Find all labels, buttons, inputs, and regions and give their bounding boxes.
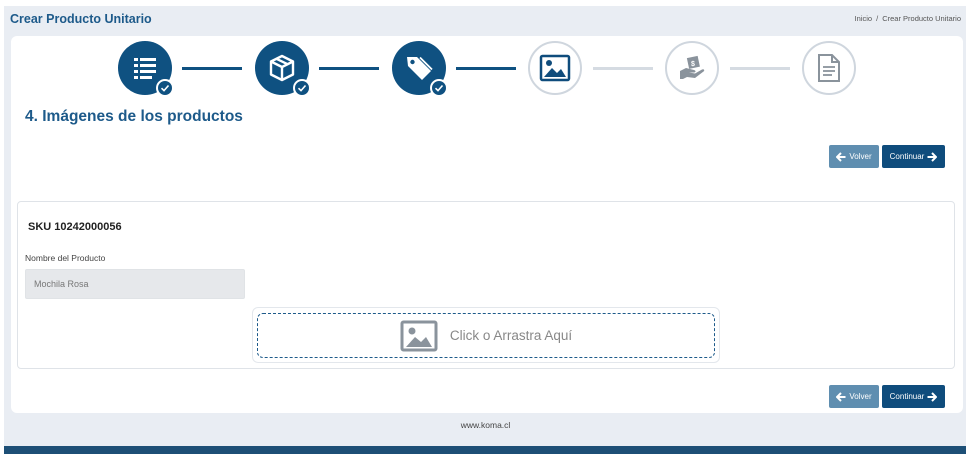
breadcrumb-separator: / bbox=[876, 14, 879, 23]
step-4-images[interactable] bbox=[528, 41, 582, 95]
check-icon bbox=[430, 79, 448, 97]
breadcrumb-home[interactable]: Inicio bbox=[855, 14, 873, 23]
list-icon bbox=[134, 58, 156, 79]
breadcrumb-current: Crear Producto Unitario bbox=[882, 14, 961, 23]
step-3-tag[interactable] bbox=[392, 41, 448, 97]
money-hand-icon: $ bbox=[680, 55, 705, 79]
arrow-right-icon bbox=[927, 391, 938, 402]
step-5-pricing[interactable]: $ bbox=[665, 41, 719, 95]
continue-button-top[interactable]: Continuar bbox=[882, 145, 945, 168]
svg-text:$: $ bbox=[691, 61, 695, 68]
image-placeholder-icon bbox=[400, 320, 438, 351]
back-button-bottom[interactable]: Volver bbox=[829, 385, 879, 408]
image-icon bbox=[539, 54, 571, 82]
page-title: Crear Producto Unitario bbox=[10, 12, 152, 26]
stepper-connector bbox=[730, 67, 790, 70]
step-1-list[interactable] bbox=[118, 41, 174, 97]
footer-link[interactable]: www.koma.cl bbox=[0, 420, 971, 430]
back-button-top[interactable]: Volver bbox=[829, 145, 879, 168]
document-icon bbox=[818, 54, 840, 82]
stepper-connector bbox=[319, 67, 379, 70]
arrow-right-icon bbox=[927, 151, 938, 162]
continue-button-label: Continuar bbox=[889, 152, 925, 161]
continue-button-label: Continuar bbox=[889, 392, 925, 401]
upload-dropzone[interactable]: Click o Arrastra Aquí bbox=[257, 313, 715, 358]
arrow-left-icon bbox=[836, 151, 846, 162]
arrow-left-icon bbox=[836, 391, 846, 402]
product-name-input[interactable] bbox=[25, 269, 245, 299]
product-name-label: Nombre del Producto bbox=[25, 253, 106, 263]
bottom-bar bbox=[4, 446, 966, 454]
breadcrumb: Inicio / Crear Producto Unitario bbox=[855, 14, 961, 23]
box-icon bbox=[269, 54, 295, 82]
upload-text: Click o Arrastra Aquí bbox=[449, 328, 573, 343]
sku-label: SKU 10242000056 bbox=[28, 221, 122, 233]
check-icon bbox=[156, 79, 174, 97]
back-button-label: Volver bbox=[849, 152, 872, 161]
back-button-label: Volver bbox=[849, 392, 872, 401]
step-2-box[interactable] bbox=[255, 41, 311, 97]
stepper-connector bbox=[182, 67, 242, 70]
continue-button-bottom[interactable]: Continuar bbox=[882, 385, 945, 408]
stepper-connector bbox=[456, 67, 516, 70]
stepper-connector bbox=[593, 67, 653, 70]
check-icon bbox=[293, 79, 311, 97]
step-6-summary[interactable] bbox=[802, 41, 856, 95]
tag-icon bbox=[407, 56, 433, 80]
section-heading: 4. Imágenes de los productos bbox=[25, 108, 243, 125]
